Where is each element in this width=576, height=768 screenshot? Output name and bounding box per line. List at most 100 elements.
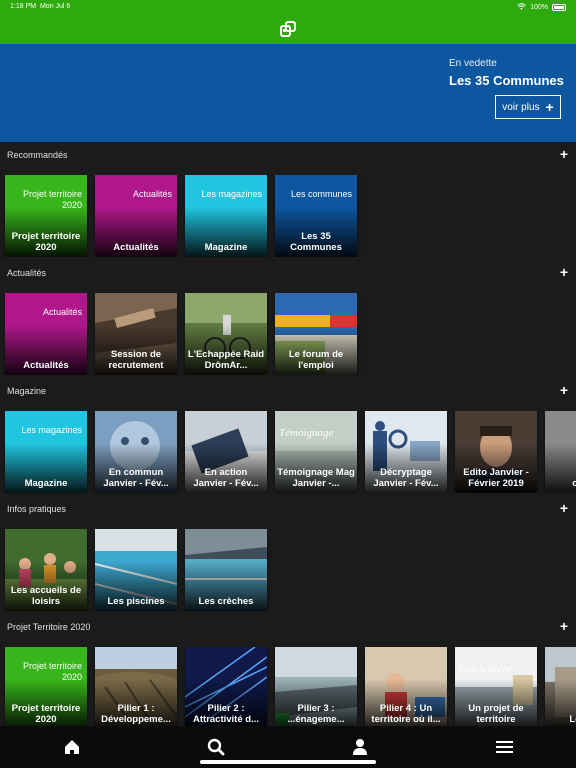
tile-label: Pilier 3 : ...énageme... bbox=[287, 703, 345, 725]
person-icon bbox=[353, 739, 367, 755]
section-header: Magazine + bbox=[0, 382, 576, 402]
content-tile[interactable]: Session de recrutement bbox=[95, 293, 177, 375]
tile-label: Le com bbox=[569, 714, 576, 725]
section-expand-plus-icon[interactable]: + bbox=[560, 146, 568, 162]
app-screen: 1:18 PM Mon Jul 6 100% En vedette Les 35… bbox=[0, 0, 576, 768]
content-tile[interactable]: Actualités Actualités bbox=[5, 293, 87, 375]
tile-label: L'Echappée Raid DrômAr... bbox=[187, 349, 265, 371]
banner-headline: Les 35 Communes bbox=[449, 73, 564, 88]
status-indicators: 100% bbox=[517, 3, 566, 12]
tile-label: Le forum de l'emploi bbox=[288, 349, 344, 371]
status-date: Mon Jul 6 bbox=[39, 3, 71, 10]
tile-tag: Les communes bbox=[290, 189, 352, 199]
status-bar: 1:18 PM Mon Jul 6 100% bbox=[0, 0, 576, 14]
content-tile[interactable]: Les communes Les 35 Communes bbox=[275, 175, 357, 257]
tile-row: Projet territoire 2020 Projet territoire … bbox=[0, 647, 576, 729]
tile-label: Les accueils de loisirs bbox=[10, 585, 82, 607]
tile-label: Pilier 1 : Développeme... bbox=[101, 703, 171, 725]
status-time: 1:18 PM bbox=[10, 3, 37, 10]
tab-profile[interactable] bbox=[345, 732, 375, 762]
tab-search[interactable] bbox=[201, 732, 231, 762]
content-tile[interactable]: Pilier 4 : Un territoire où il... bbox=[365, 647, 447, 729]
section-header: Recommandés + bbox=[0, 146, 576, 166]
tile-label: Projet territoire 2020 bbox=[11, 231, 81, 253]
content-tile[interactable]: L'Echappée Raid DrômAr... bbox=[185, 293, 267, 375]
content-tile[interactable]: Décryptage Janvier - Fév... bbox=[365, 411, 447, 493]
tile-tag: Projet territoire 2020 bbox=[22, 661, 82, 682]
tile-label: Les piscines bbox=[107, 596, 165, 607]
search-icon bbox=[207, 738, 225, 756]
section-header: Projet Territoire 2020 + bbox=[0, 618, 576, 638]
tile-label: En commun Janvier - Fév... bbox=[103, 467, 169, 489]
section-expand-plus-icon[interactable]: + bbox=[560, 500, 568, 516]
section-expand-plus-icon[interactable]: + bbox=[560, 382, 568, 398]
content-tile[interactable]: Projet territoire 2020 Projet territoire … bbox=[5, 647, 87, 729]
content-tile[interactable]: Pilier 3 : ...énageme... bbox=[275, 647, 357, 729]
banner-kicker: En vedette bbox=[449, 58, 497, 69]
tile-image-text: rômArdèche bbox=[459, 663, 513, 675]
tile-label: Magazine bbox=[204, 242, 248, 253]
content-tile[interactable]: Le forum de l'emploi bbox=[275, 293, 357, 375]
status-time-date: 1:18 PM Mon Jul 6 bbox=[10, 3, 70, 10]
tab-menu[interactable] bbox=[489, 732, 519, 762]
top-nav-bar bbox=[0, 14, 576, 44]
menu-icon bbox=[496, 741, 513, 753]
content-tile[interactable]: Les piscines bbox=[95, 529, 177, 611]
content-tile[interactable]: Pilier 1 : Développeme... bbox=[95, 647, 177, 729]
app-logo-icon bbox=[280, 21, 296, 37]
content-tile[interactable]: En action Janvier - Fév... bbox=[185, 411, 267, 493]
content-tile[interactable]: Les magazines Magazine bbox=[5, 411, 87, 493]
tile-tag: Actualités bbox=[42, 307, 82, 317]
home-icon bbox=[65, 740, 79, 754]
tile-label: Pilier 4 : Un territoire où il... bbox=[371, 703, 441, 725]
tile-tag: Les magazines bbox=[21, 425, 82, 435]
featured-banner[interactable]: En vedette Les 35 Communes voir plus + bbox=[0, 44, 576, 142]
tile-row: Les magazines Magazine En commun Janvier -… bbox=[0, 411, 576, 493]
content-tile[interactable]: Pilier 2 : Attractivité d... bbox=[185, 647, 267, 729]
content-tile[interactable]: Témoignage Témoignage Mag Janvier -... bbox=[275, 411, 357, 493]
tile-label: En action Janvier - Fév... bbox=[193, 467, 259, 489]
tile-label: Magazine bbox=[24, 478, 68, 489]
tile-image-text: Témoignage bbox=[279, 427, 334, 439]
content-tile[interactable]: Les magazines Magazine bbox=[185, 175, 267, 257]
tile-label: Décryptage Janvier - Fév... bbox=[373, 467, 439, 489]
section-title: Magazine bbox=[7, 386, 47, 396]
content-tile[interactable]: Les accueils de loisirs bbox=[5, 529, 87, 611]
plus-icon: + bbox=[545, 99, 554, 115]
wifi-icon bbox=[517, 3, 526, 12]
content-tile[interactable]: Actualités Actualités bbox=[95, 175, 177, 257]
tile-tag: Projet territoire 2020 bbox=[22, 189, 82, 210]
section-title: Projet Territoire 2020 bbox=[7, 622, 91, 632]
section-title: Recommandés bbox=[7, 150, 68, 160]
tile-label: Session de recrutement bbox=[108, 349, 164, 371]
battery-icon bbox=[552, 4, 566, 11]
content-tile[interactable]: conce bbox=[545, 411, 576, 493]
battery-percent: 100% bbox=[530, 4, 548, 11]
home-indicator bbox=[200, 760, 376, 764]
section-title: Infos pratiques bbox=[7, 504, 67, 514]
tile-tag: Les magazines bbox=[201, 189, 262, 199]
tile-label: Un projet de territoire bbox=[468, 703, 524, 725]
section-expand-plus-icon[interactable]: + bbox=[560, 618, 568, 634]
voir-plus-label: voir plus bbox=[502, 101, 540, 113]
section-expand-plus-icon[interactable]: + bbox=[560, 264, 568, 280]
tile-label: Projet territoire 2020 bbox=[11, 703, 81, 725]
tile-label: Les 35 Communes bbox=[290, 231, 342, 253]
tab-home[interactable] bbox=[57, 732, 87, 762]
section-header: Infos pratiques + bbox=[0, 500, 576, 520]
tile-label: Actualités bbox=[113, 242, 159, 253]
tile-label: Témoignage Mag Janvier -... bbox=[277, 467, 355, 489]
voir-plus-button[interactable]: voir plus + bbox=[495, 95, 561, 119]
tile-label: Edito Janvier - Février 2019 bbox=[463, 467, 529, 489]
tile-label: Pilier 2 : Attractivité d... bbox=[193, 703, 259, 725]
content-tile[interactable]: En commun Janvier - Fév... bbox=[95, 411, 177, 493]
content-tile[interactable]: rômArdèche Un projet de territoire bbox=[455, 647, 537, 729]
tile-label: conce bbox=[572, 478, 576, 489]
content-tile[interactable]: Le com bbox=[545, 647, 576, 729]
content-tile[interactable]: Projet territoire 2020 Projet territoire … bbox=[5, 175, 87, 257]
content-tile[interactable]: Edito Janvier - Février 2019 bbox=[455, 411, 537, 493]
tile-row: Actualités Actualités Session de recruteme… bbox=[0, 293, 576, 375]
content-tile[interactable]: Les crèches bbox=[185, 529, 267, 611]
tile-row: Projet territoire 2020 Projet territoire … bbox=[0, 175, 576, 257]
tile-label: Les crèches bbox=[198, 596, 254, 607]
